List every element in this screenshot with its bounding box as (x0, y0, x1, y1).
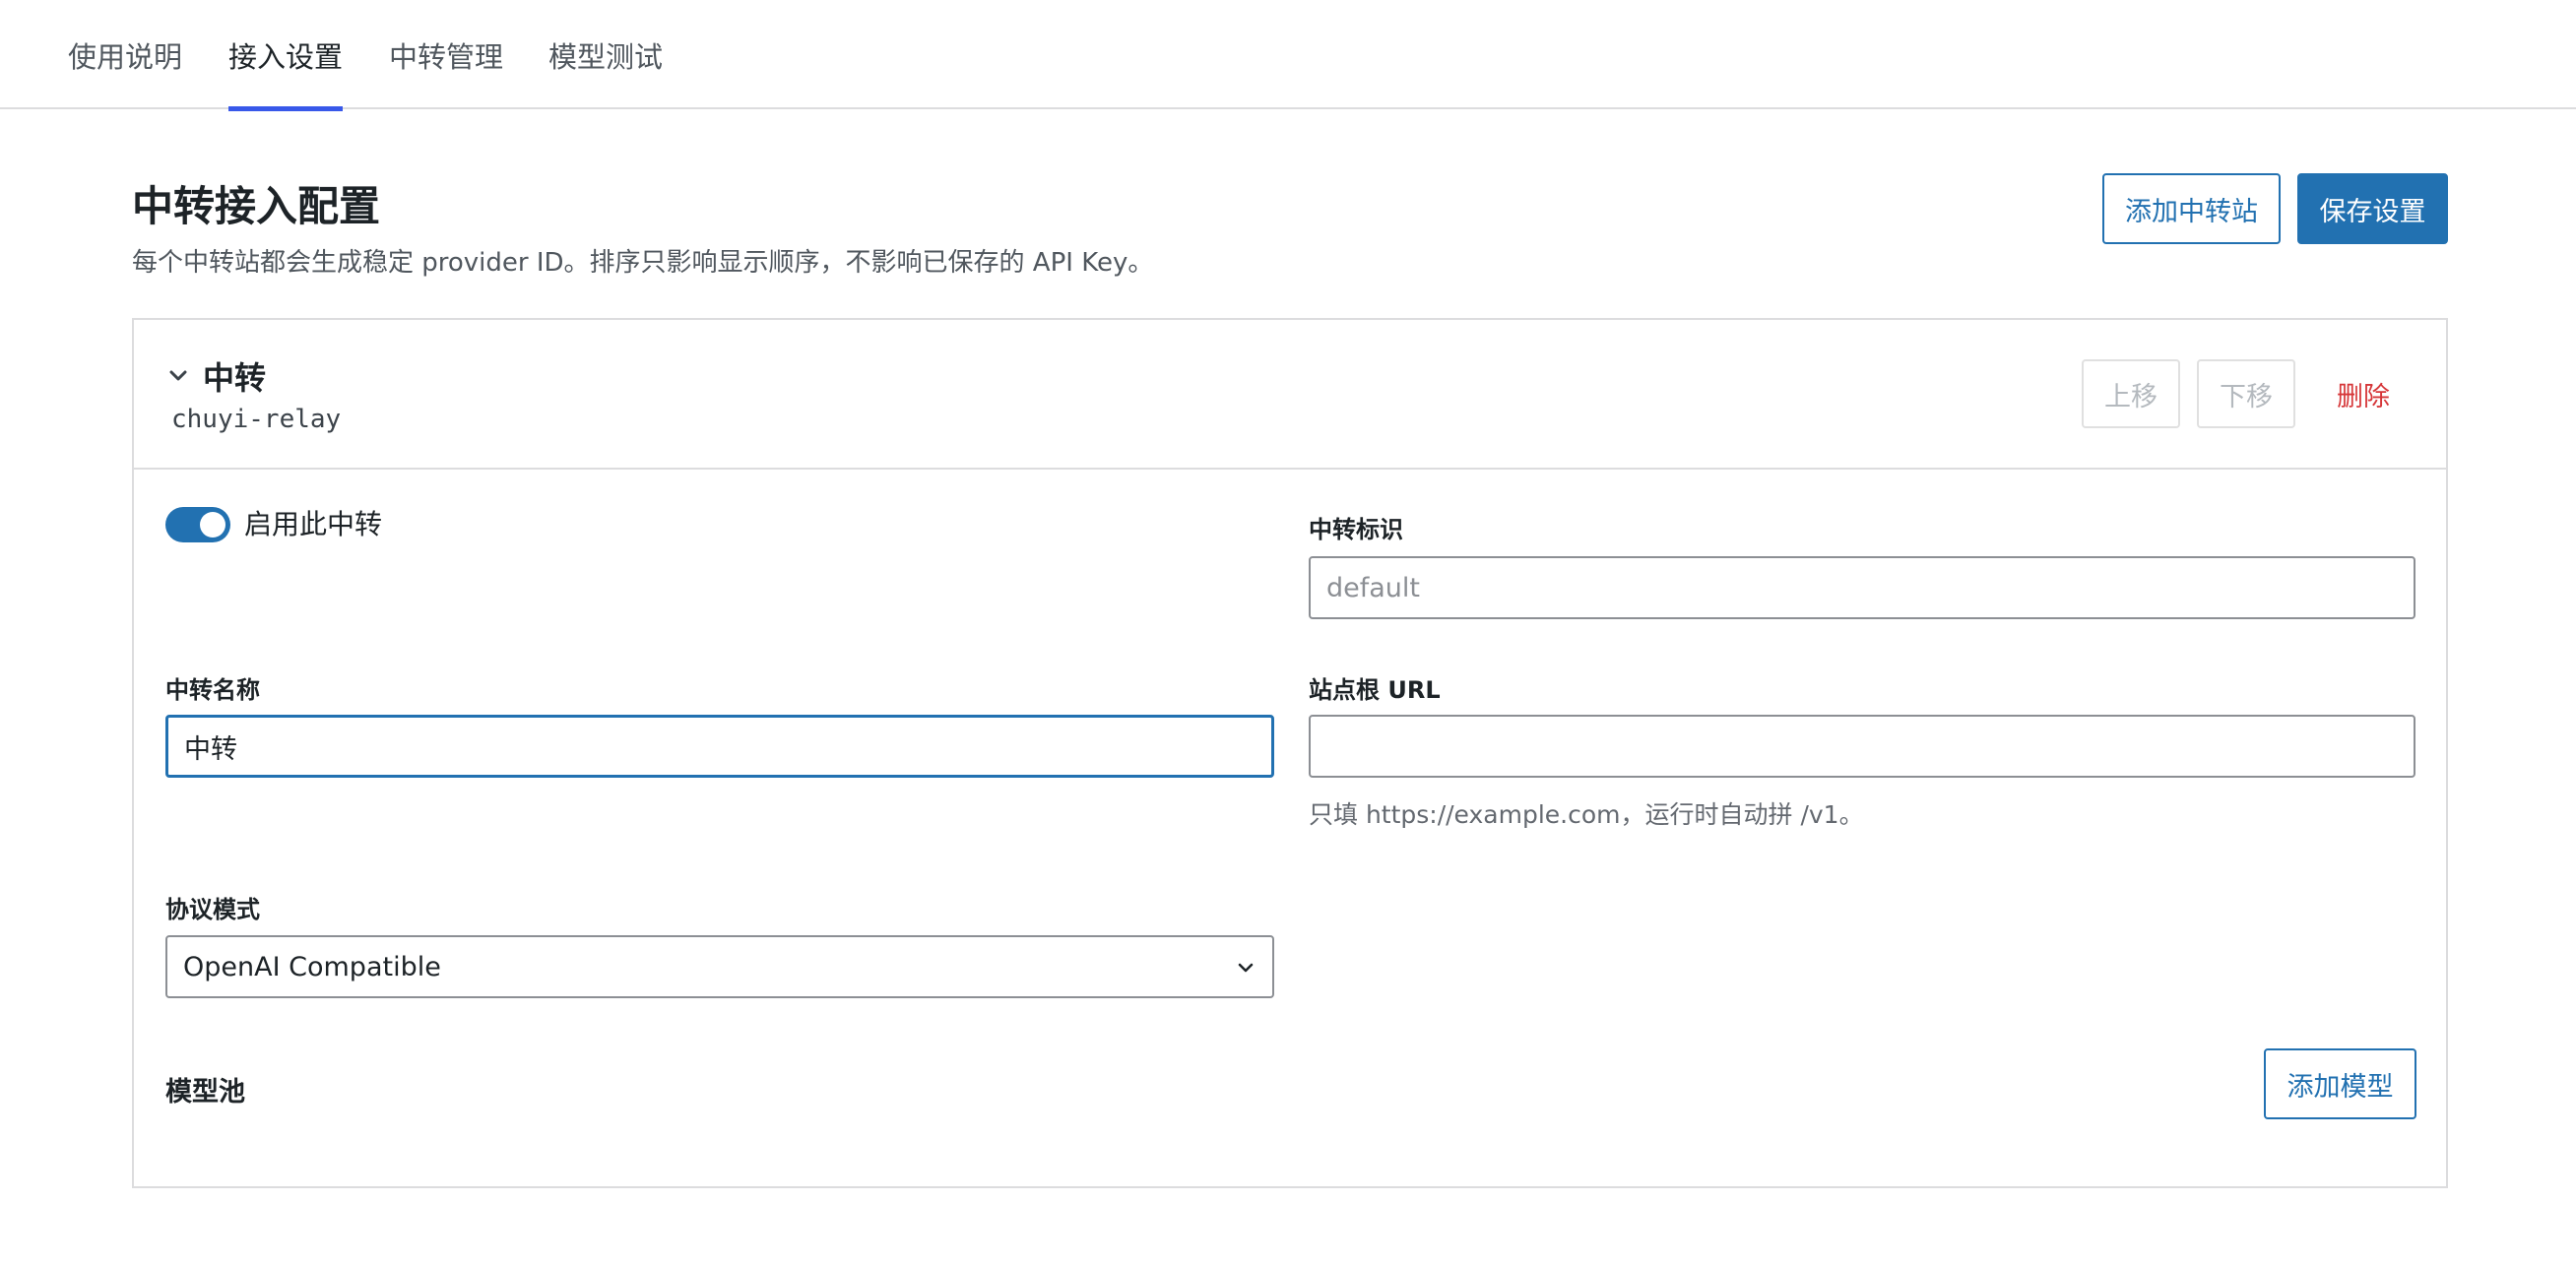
site-url-help: 只填 https://example.com，运行时自动拼 /v1。 (1309, 800, 1864, 829)
save-settings-button[interactable]: 保存设置 (2297, 173, 2448, 244)
tab-access-settings-label: 接入设置 (228, 39, 344, 74)
page-description: 每个中转站都会生成稳定 provider ID。排序只影响显示顺序，不影响已保存… (132, 248, 1154, 278)
protocol-mode-value: OpenAI Compatible (183, 951, 441, 982)
site-url-input[interactable] (1309, 715, 2415, 778)
tab-usage[interactable]: 使用说明 (68, 0, 182, 109)
relay-card: 中转 chuyi-relay 上移 下移 删除 启用此中转 中转标识 中转名称 … (132, 318, 2448, 1188)
protocol-mode-select[interactable]: OpenAI Compatible (165, 935, 1274, 998)
tab-model-test[interactable]: 模型测试 (548, 0, 663, 109)
relay-slug-input[interactable] (1309, 556, 2415, 619)
delete-relay-button[interactable]: 删除 (2314, 359, 2413, 428)
add-relay-button[interactable]: 添加中转站 (2102, 173, 2281, 244)
model-pool-label: 模型池 (165, 1077, 245, 1108)
top-tab-bar: 使用说明 接入设置 中转管理 模型测试 (0, 0, 2576, 111)
move-down-button[interactable]: 下移 (2197, 359, 2295, 428)
tab-usage-label: 使用说明 (68, 39, 183, 74)
tab-relay-management-label: 中转管理 (389, 39, 504, 74)
enable-relay-toggle[interactable] (165, 507, 230, 542)
relay-name-input[interactable] (165, 715, 1274, 778)
toggle-knob (200, 512, 225, 538)
site-url-label: 站点根 URL (1309, 676, 1441, 704)
relay-slug-label: 中转标识 (1309, 516, 1403, 543)
tab-model-test-label: 模型测试 (548, 39, 664, 74)
relay-name-label: 中转名称 (165, 676, 260, 704)
move-up-button[interactable]: 上移 (2082, 359, 2180, 428)
protocol-mode-label: 协议模式 (165, 896, 260, 923)
add-model-button[interactable]: 添加模型 (2264, 1048, 2416, 1119)
chevron-down-icon (1238, 963, 1254, 973)
relay-title: 中转 (203, 359, 267, 397)
chevron-down-icon[interactable] (163, 361, 193, 391)
tab-access-settings[interactable]: 接入设置 (228, 0, 344, 111)
relay-card-header: 中转 chuyi-relay 上移 下移 删除 (134, 320, 2446, 470)
enable-relay-label: 启用此中转 (244, 508, 383, 540)
relay-provider-id: chuyi-relay (171, 405, 342, 434)
active-tab-indicator (228, 106, 343, 111)
page-title: 中转接入配置 (132, 182, 381, 230)
tab-relay-management[interactable]: 中转管理 (389, 0, 503, 109)
